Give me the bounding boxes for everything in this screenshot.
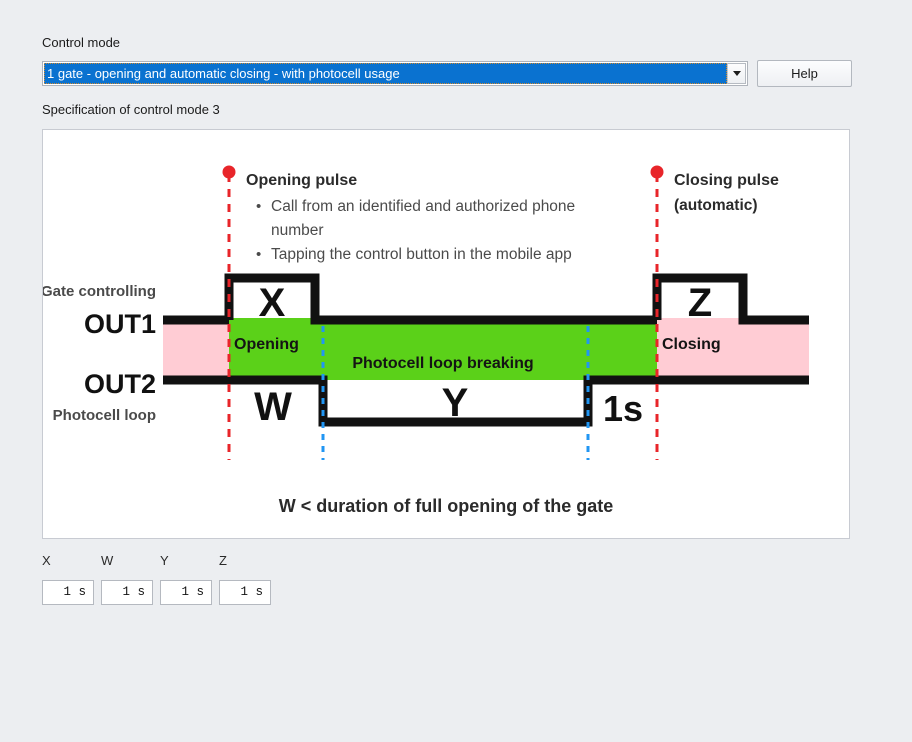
specification-label: Specification of control mode 3 bbox=[42, 102, 220, 117]
opening-pulse-title: Opening pulse bbox=[246, 172, 357, 189]
interval-label-y: Y bbox=[442, 381, 469, 425]
opening-pulse-bullet-2-line-1: Tapping the control button in the mobile… bbox=[271, 246, 572, 263]
control-mode-dropdown-button[interactable] bbox=[727, 63, 746, 84]
band-pink-left bbox=[163, 318, 229, 380]
param-input-x[interactable]: 1 s bbox=[42, 580, 94, 605]
label-photocell-loop: Photocell loop bbox=[53, 407, 156, 424]
param-input-y[interactable]: 1 s bbox=[160, 580, 212, 605]
closing-pulse-subtitle: (automatic) bbox=[674, 197, 758, 214]
control-mode-panel: Control mode 1 gate - opening and automa… bbox=[0, 0, 912, 742]
band-label-photocell-breaking: Photocell loop breaking bbox=[352, 355, 533, 372]
pulse-label-z: Z bbox=[688, 281, 712, 325]
control-mode-label: Control mode bbox=[42, 35, 121, 50]
opening-pulse-bullet-1-line-2: number bbox=[271, 222, 324, 239]
pin-marker-icon-closing bbox=[650, 165, 664, 179]
help-button[interactable]: Help bbox=[757, 60, 852, 87]
band-label-opening: Opening bbox=[234, 336, 299, 353]
out1-pulse-x bbox=[224, 273, 657, 325]
interval-label-w: W bbox=[254, 385, 292, 429]
interval-label-one-second: 1s bbox=[603, 388, 643, 429]
opening-pulse-bullet-1-marker: • bbox=[256, 198, 261, 215]
opening-pulse-bullet-1-line-1: Call from an identified and authorized p… bbox=[271, 198, 575, 215]
label-out2: OUT2 bbox=[84, 369, 156, 399]
closing-pulse-title: Closing pulse bbox=[674, 172, 779, 189]
param-label-y: Y bbox=[160, 553, 169, 568]
param-input-z[interactable]: 1 s bbox=[219, 580, 271, 605]
timing-diagram-panel: Opening Photocell loop breaking Closing … bbox=[42, 129, 850, 539]
label-gate-controlling: Gate controlling bbox=[43, 283, 156, 300]
chevron-down-icon bbox=[732, 71, 741, 76]
param-label-x: X bbox=[42, 553, 51, 568]
param-label-w: W bbox=[101, 553, 114, 568]
diagram-caption: W < duration of full opening of the gate bbox=[279, 496, 613, 516]
param-label-z: Z bbox=[219, 553, 227, 568]
pin-marker-icon-opening bbox=[222, 165, 236, 179]
out1-pulse-z bbox=[652, 273, 809, 325]
band-label-closing: Closing bbox=[662, 336, 721, 353]
timing-diagram: Opening Photocell loop breaking Closing … bbox=[43, 165, 809, 516]
label-out1: OUT1 bbox=[84, 309, 156, 339]
pulse-label-x: X bbox=[259, 281, 286, 325]
opening-pulse-bullet-2-marker: • bbox=[256, 246, 261, 263]
control-mode-combobox[interactable]: 1 gate - opening and automatic closing -… bbox=[42, 61, 748, 86]
param-input-w[interactable]: 1 s bbox=[101, 580, 153, 605]
control-mode-selected-value[interactable]: 1 gate - opening and automatic closing -… bbox=[44, 63, 727, 84]
